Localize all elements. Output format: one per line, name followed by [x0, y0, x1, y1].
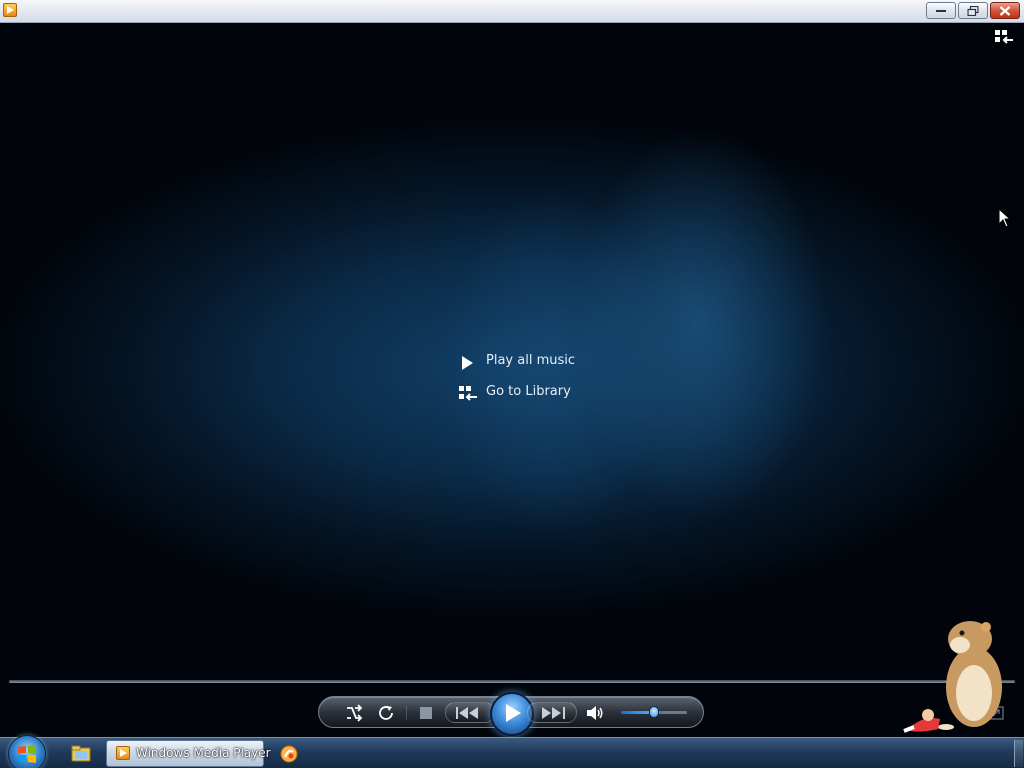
taskbar-item-windows-media-player[interactable]: Windows Media Player	[106, 740, 271, 767]
playback-controls	[318, 692, 704, 736]
play-icon	[462, 356, 473, 370]
repeat-icon[interactable]	[377, 704, 395, 722]
previous-button[interactable]	[445, 702, 495, 723]
close-icon	[999, 5, 1011, 16]
volume-slider-thumb[interactable]	[649, 706, 659, 718]
restore-icon	[967, 5, 979, 16]
separator	[406, 706, 407, 720]
stop-icon[interactable]	[420, 707, 432, 719]
taskbar: Windows Media Player	[0, 735, 1024, 768]
windows-media-player-icon[interactable]	[3, 3, 17, 17]
app-icon[interactable]	[279, 744, 299, 764]
go-to-library-link[interactable]: Go to Library	[458, 381, 608, 412]
taskbar-item-label: Windows Media Player	[136, 746, 271, 760]
title-bar	[0, 0, 1024, 23]
windows-start-icon	[18, 745, 36, 763]
next-icon	[542, 707, 565, 719]
restore-button[interactable]	[958, 2, 988, 19]
windows-media-player-icon	[116, 746, 130, 760]
play-all-music-label: Play all music	[486, 353, 576, 368]
shuffle-icon[interactable]	[345, 704, 363, 722]
library-icon	[459, 386, 477, 401]
previous-icon	[456, 707, 478, 719]
play-all-music-link[interactable]: Play all music	[458, 350, 608, 381]
show-desktop-button[interactable]	[1014, 740, 1023, 767]
center-menu: Play all music Go to Library	[458, 350, 608, 412]
seek-bar[interactable]	[9, 680, 1015, 683]
now-playing-view: Play all music Go to Library	[0, 23, 1024, 737]
start-button[interactable]	[8, 735, 46, 768]
next-button[interactable]	[527, 702, 577, 723]
go-to-library-label: Go to Library	[486, 384, 571, 399]
close-button[interactable]	[990, 2, 1020, 19]
hamster-mascot	[903, 621, 1002, 733]
play-icon	[506, 704, 521, 722]
switch-to-library-icon[interactable]	[994, 29, 1014, 45]
minimize-icon	[936, 9, 946, 12]
minimize-button[interactable]	[926, 2, 956, 19]
file-explorer-icon[interactable]	[71, 744, 91, 762]
volume-icon[interactable]	[586, 705, 604, 721]
